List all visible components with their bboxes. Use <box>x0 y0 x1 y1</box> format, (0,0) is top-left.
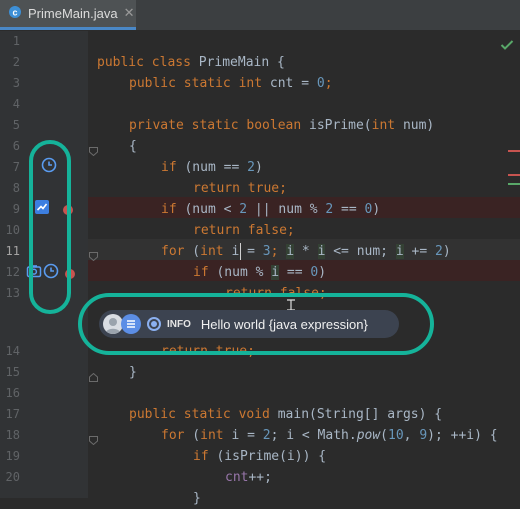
code-line-8[interactable]: return true; <box>193 178 287 199</box>
code-line-6[interactable]: { <box>129 136 137 157</box>
code-line-11[interactable]: for (int i = 3; i * i <= num; i += 2) <box>161 241 451 262</box>
line-number: 9 <box>12 202 20 216</box>
editor-tab-bar: c PrimeMain.java ✕ <box>0 0 520 31</box>
svg-text:c: c <box>12 8 17 18</box>
code-line-10[interactable]: return false; <box>193 220 295 241</box>
line-number: 2 <box>12 55 20 69</box>
java-file-icon: c <box>8 4 22 23</box>
tab-title: PrimeMain.java <box>28 6 118 21</box>
error-stripe-marker[interactable] <box>508 183 520 185</box>
line-number: 6 <box>12 139 20 153</box>
code-line-17[interactable]: public static void main(String[] args) { <box>129 404 442 425</box>
fold-marker-icon[interactable] <box>89 367 98 382</box>
code-line-7[interactable]: if (num == 2) <box>161 157 263 178</box>
code-line-21[interactable]: } <box>193 488 201 509</box>
line-number: 15 <box>5 365 20 379</box>
text-caret <box>240 243 241 260</box>
code-line-5[interactable]: private static boolean isPrime(int num) <box>129 115 434 136</box>
code-line-18[interactable]: for (int i = 2; i < Math.pow(10, 9); ++i… <box>161 425 498 446</box>
line-number: 13 <box>5 286 20 300</box>
line-number: 7 <box>12 160 20 174</box>
error-stripe-marker[interactable] <box>508 174 520 176</box>
line-number: 18 <box>5 428 20 442</box>
fold-marker-icon[interactable] <box>89 141 98 157</box>
code-line-20[interactable]: cnt++; <box>225 467 272 488</box>
popup-highlight <box>78 293 434 355</box>
line-number: 17 <box>5 407 20 421</box>
tab-primemain[interactable]: c PrimeMain.java ✕ <box>0 0 136 30</box>
line-number: 20 <box>5 470 20 484</box>
code-line-15[interactable]: } <box>129 362 137 383</box>
fold-marker-icon[interactable] <box>89 430 98 446</box>
line-number: 14 <box>5 344 20 358</box>
line-number: 5 <box>12 118 20 132</box>
line-number: 1 <box>12 34 20 48</box>
code-line-12[interactable]: if (num % i == 0) <box>193 262 326 283</box>
line-number: 12 <box>5 265 20 279</box>
line-number: 11 <box>5 244 20 258</box>
line-number: 19 <box>5 449 20 463</box>
gutter-icons-highlight <box>29 140 71 314</box>
line-number: 4 <box>12 97 20 111</box>
code-line-3[interactable]: public static int cnt = 0; <box>129 73 333 94</box>
line-number: 10 <box>5 223 20 237</box>
code-line-2[interactable]: public class PrimeMain { <box>97 52 285 73</box>
check-icon <box>500 36 514 55</box>
line-number: 8 <box>12 181 20 195</box>
line-number: 16 <box>5 386 20 400</box>
code-line-19[interactable]: if (isPrime(i)) { <box>193 446 326 467</box>
close-icon[interactable]: ✕ <box>124 7 135 20</box>
error-stripe-marker[interactable] <box>508 150 520 152</box>
fold-marker-icon[interactable] <box>89 246 98 262</box>
line-number: 3 <box>12 76 20 90</box>
code-line-9[interactable]: if (num < 2 || num % 2 == 0) <box>161 199 380 220</box>
